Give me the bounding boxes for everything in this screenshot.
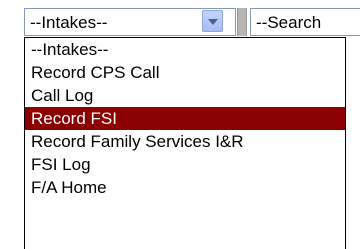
- dropdown-option-call-log[interactable]: Call Log: [25, 84, 345, 107]
- intakes-select-value: --Intakes--: [30, 13, 108, 32]
- page-root: --Intakes-- --Search --Intakes-- Record …: [0, 0, 360, 249]
- chevron-down-icon: [208, 19, 218, 25]
- dropdown-option-fsi-log[interactable]: FSI Log: [25, 153, 345, 176]
- dropdown-option-fa-home[interactable]: F/A Home: [25, 176, 345, 199]
- search-select-value: --Search: [256, 13, 322, 32]
- dropdown-option-record-fsi[interactable]: Record FSI: [25, 107, 345, 130]
- dropdown-option-record-family-services[interactable]: Record Family Services I&R: [25, 130, 345, 153]
- toolbar-separator: [237, 8, 247, 36]
- dropdown-option-intakes[interactable]: --Intakes--: [25, 38, 345, 61]
- search-select[interactable]: --Search: [250, 8, 360, 36]
- intakes-dropdown-list[interactable]: --Intakes-- Record CPS Call Call Log Rec…: [24, 37, 346, 249]
- dropdown-option-record-cps-call[interactable]: Record CPS Call: [25, 61, 345, 84]
- intakes-dropdown-button[interactable]: [202, 10, 223, 32]
